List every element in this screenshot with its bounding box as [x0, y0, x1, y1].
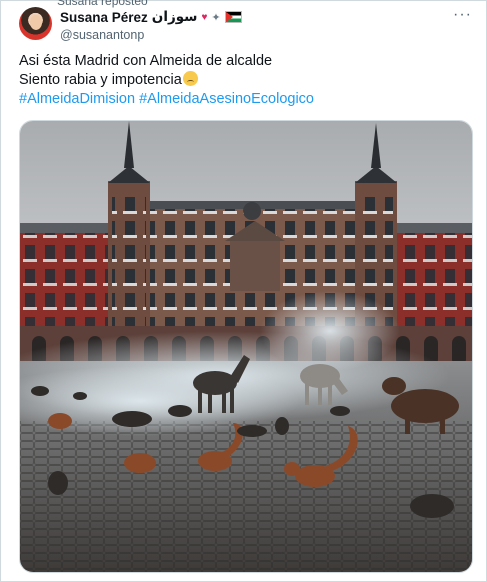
- post-line-2: Siento rabia y impotencia: [19, 71, 314, 90]
- heart-icon: ♥: [201, 11, 208, 23]
- hashtag-almeida-dimision[interactable]: #AlmeidaDimision: [19, 91, 135, 107]
- post-line-2-text: Siento rabia y impotencia: [19, 72, 182, 88]
- author-name-arabic[interactable]: سوزان: [152, 9, 198, 25]
- palestine-flag-icon: [224, 11, 242, 23]
- hashtag-almeida-asesino-ecologico[interactable]: #AlmeidaAsesinoEcologico: [139, 91, 314, 107]
- hashtags-line: #AlmeidaDimision #AlmeidaAsesinoEcologic…: [19, 90, 314, 109]
- post-text: Asi ésta Madrid con Almeida de alcalde S…: [19, 52, 314, 109]
- author-row: Susana Pérez سوزان ♥ ✦: [60, 9, 242, 25]
- author-name[interactable]: Susana Pérez: [60, 10, 148, 25]
- peace-dove-icon: ✦: [211, 11, 221, 24]
- repost-context: Susana reposteó: [57, 0, 148, 8]
- avatar[interactable]: [19, 7, 52, 40]
- post-line-1: Asi ésta Madrid con Almeida de alcalde: [19, 53, 273, 69]
- more-options-icon[interactable]: ···: [453, 6, 472, 24]
- photo-madrid-plaza-mayor-with-animals: [20, 121, 472, 572]
- post-image[interactable]: [19, 120, 473, 573]
- post-card[interactable]: Susana reposteó Susana Pérez سوزان ♥ ✦ @…: [0, 0, 487, 582]
- sad-face-emoji-icon: [182, 71, 198, 86]
- avatar-face: [30, 15, 42, 30]
- author-handle[interactable]: @susanantonp: [60, 28, 144, 42]
